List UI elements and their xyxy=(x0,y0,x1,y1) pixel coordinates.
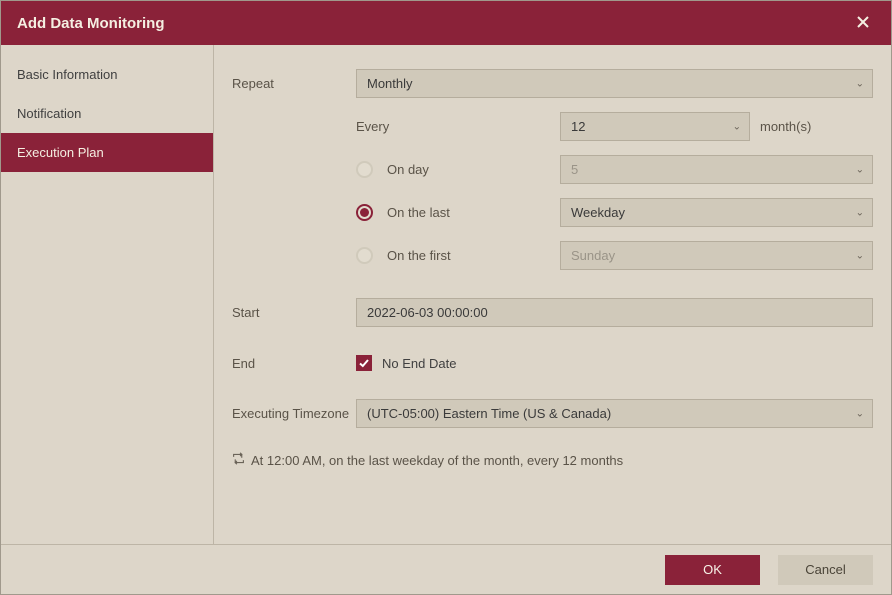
timezone-select[interactable]: (UTC-05:00) Eastern Time (US & Canada) ⌄ xyxy=(356,399,873,428)
on-first-select-value: Sunday xyxy=(571,248,615,263)
dialog-body: Basic Information Notification Execution… xyxy=(1,45,891,544)
on-last-label: On the last xyxy=(387,205,450,220)
timezone-select-value: (UTC-05:00) Eastern Time (US & Canada) xyxy=(367,406,611,421)
on-last-select[interactable]: Weekday ⌄ xyxy=(560,198,873,227)
radio-on-last[interactable] xyxy=(356,204,373,221)
close-icon[interactable] xyxy=(851,10,875,36)
content-pane: Repeat Monthly ⌄ Every 12 ⌄ xyxy=(214,45,891,544)
dialog-footer: OK Cancel xyxy=(1,544,891,594)
add-data-monitoring-dialog: Add Data Monitoring Basic Information No… xyxy=(0,0,892,595)
sidebar-item-basic-information[interactable]: Basic Information xyxy=(1,55,213,94)
chevron-down-icon: ⌄ xyxy=(733,121,741,132)
ok-button[interactable]: OK xyxy=(665,555,760,585)
repeat-icon xyxy=(232,452,245,468)
end-label: End xyxy=(232,356,356,371)
chevron-down-icon: ⌄ xyxy=(856,207,864,218)
on-first-label: On the first xyxy=(387,248,451,263)
schedule-summary: At 12:00 AM, on the last weekday of the … xyxy=(232,452,873,468)
radio-on-first[interactable] xyxy=(356,247,373,264)
on-last-select-value: Weekday xyxy=(571,205,625,220)
timezone-label: Executing Timezone xyxy=(232,406,356,421)
every-suffix: month(s) xyxy=(760,119,811,134)
on-day-label: On day xyxy=(387,162,429,177)
chevron-down-icon: ⌄ xyxy=(856,78,864,89)
no-end-date-checkbox[interactable] xyxy=(356,355,372,371)
dialog-title: Add Data Monitoring xyxy=(17,15,164,32)
start-input-value: 2022-06-03 00:00:00 xyxy=(367,305,488,320)
chevron-down-icon: ⌄ xyxy=(856,164,864,175)
repeat-select[interactable]: Monthly ⌄ xyxy=(356,69,873,98)
radio-on-day[interactable] xyxy=(356,161,373,178)
schedule-summary-text: At 12:00 AM, on the last weekday of the … xyxy=(251,453,623,468)
every-select-value: 12 xyxy=(571,119,585,134)
start-input[interactable]: 2022-06-03 00:00:00 xyxy=(356,298,873,327)
on-day-select-value: 5 xyxy=(571,162,578,177)
sidebar-item-notification[interactable]: Notification xyxy=(1,94,213,133)
on-first-select[interactable]: Sunday ⌄ xyxy=(560,241,873,270)
every-select[interactable]: 12 ⌄ xyxy=(560,112,750,141)
cancel-button[interactable]: Cancel xyxy=(778,555,873,585)
repeat-select-value: Monthly xyxy=(367,76,413,91)
title-bar: Add Data Monitoring xyxy=(1,1,891,45)
on-day-select[interactable]: 5 ⌄ xyxy=(560,155,873,184)
repeat-label: Repeat xyxy=(232,76,356,91)
sidebar-item-execution-plan[interactable]: Execution Plan xyxy=(1,133,213,172)
start-label: Start xyxy=(232,305,356,320)
chevron-down-icon: ⌄ xyxy=(856,408,864,419)
sidebar: Basic Information Notification Execution… xyxy=(1,45,214,544)
every-label: Every xyxy=(356,119,389,134)
no-end-date-label: No End Date xyxy=(382,356,456,371)
chevron-down-icon: ⌄ xyxy=(856,250,864,261)
